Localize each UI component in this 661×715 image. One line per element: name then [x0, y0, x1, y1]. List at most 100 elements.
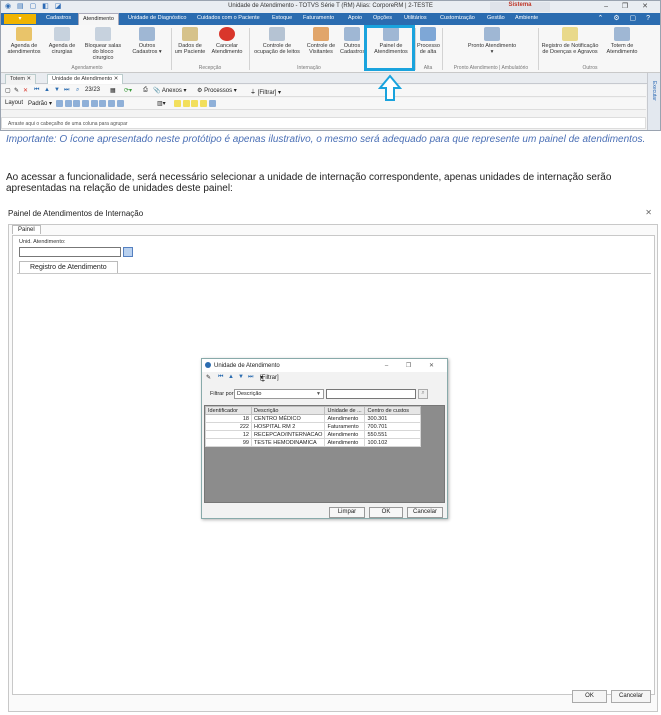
- lookup-button[interactable]: [123, 247, 133, 257]
- ribbon-options-icons[interactable]: ⌃ ⚙ ▢ ?: [598, 14, 654, 22]
- ribbon-separator: [171, 28, 172, 70]
- previous-record-icon[interactable]: ▲: [44, 87, 50, 93]
- tab-registro-atendimento[interactable]: Registro de Atendimento: [19, 261, 118, 273]
- unid-atendimento-label: Unid. Atendimento:: [19, 239, 66, 245]
- outros-cadastros-internacao-button[interactable]: Outros Cadastros: [340, 27, 365, 55]
- group-internacao: Internação: [297, 65, 321, 71]
- previous-record-icon[interactable]: ▲: [228, 374, 234, 380]
- close-icon[interactable]: ✕: [27, 76, 32, 82]
- last-record-icon[interactable]: ⏭: [64, 87, 69, 94]
- dialog-window-controls[interactable]: – ❐ ✕: [385, 362, 442, 369]
- filtrar-button[interactable]: ⏚ [Filtrar] ▾: [250, 87, 281, 96]
- cancelar-atendimento-button[interactable]: Cancelar Atendimento: [209, 27, 245, 55]
- color-tool-icons[interactable]: [174, 100, 216, 107]
- layout-label[interactable]: Layout: [5, 100, 23, 106]
- processos-button[interactable]: ⚙ Processos ▾: [197, 87, 237, 94]
- cancel-icon: [219, 27, 235, 41]
- outros-cadastros-dropdown[interactable]: Outros Cadastros ▾: [127, 27, 167, 55]
- menu-faturamento[interactable]: Faturamento: [303, 15, 334, 21]
- filtrar-button[interactable]: ⏚ [Filtrar] ▾: [260, 374, 279, 384]
- group-recepcao: Recepção: [198, 65, 222, 71]
- controle-visitantes-button[interactable]: Controle de Visitantes: [303, 27, 339, 55]
- bloquear-salas-button[interactable]: Bloquear salas do bloco cirurgico: [83, 27, 123, 61]
- menu-atendimento[interactable]: Atendimento: [78, 13, 119, 25]
- window-title: Unidade de Atendimento - TOTVS Série T (…: [228, 3, 433, 9]
- agenda-atendimentos-button[interactable]: Agenda de atendimentos: [7, 27, 41, 55]
- menu-cuidados-paciente[interactable]: Cuidados com o Paciente: [197, 15, 260, 21]
- menu-opcoes[interactable]: Opções: [373, 15, 392, 21]
- group-by-area[interactable]: Arraste aqui o cabeçalho de uma coluna p…: [1, 117, 646, 129]
- tab-totem[interactable]: Totem ✕: [5, 74, 37, 84]
- chevron-down-icon: ▼: [316, 391, 321, 397]
- new-record-icon[interactable]: ▢: [5, 87, 11, 94]
- gear-icon: ⚙: [197, 88, 203, 94]
- first-record-icon[interactable]: ⏮: [34, 87, 39, 94]
- menu-apoio[interactable]: Apoio: [348, 15, 362, 21]
- grid-view-icon[interactable]: ▦: [110, 87, 116, 94]
- file-menu-button[interactable]: ▾: [4, 14, 36, 24]
- layout-selector[interactable]: Padrão ▾: [28, 100, 52, 107]
- emergency-icon: [484, 27, 500, 41]
- dialog-ok-button[interactable]: OK: [369, 507, 403, 518]
- totem-atendimento-button[interactable]: Totem de Atendimento: [602, 27, 642, 55]
- filter-by-select[interactable]: Descrição ▼: [234, 389, 324, 399]
- tab-unidade-atendimento[interactable]: Unidade de Atendimento ✕: [47, 74, 124, 84]
- discharge-icon: [420, 27, 436, 41]
- edit-icon[interactable]: ✎: [206, 374, 211, 381]
- window-controls[interactable]: – ❐ ✕: [604, 2, 654, 10]
- unid-atendimento-input[interactable]: [19, 247, 121, 257]
- next-record-icon[interactable]: ▼: [238, 374, 244, 380]
- search-icon[interactable]: ⌕: [418, 389, 428, 399]
- dados-paciente-button[interactable]: Dados de um Paciente: [174, 27, 206, 55]
- col-identificador[interactable]: Identificador: [205, 406, 252, 415]
- attachment-icon: 📎: [153, 88, 161, 94]
- print-icon[interactable]: ⎙: [143, 87, 148, 94]
- col-unidade[interactable]: Unidade de ...: [324, 406, 366, 415]
- dialog-cancel-button[interactable]: Cancelar: [407, 507, 443, 518]
- table-row[interactable]: 222 HOSPITAL RM 2 Faturamento 700.701: [205, 422, 422, 431]
- chart-icon[interactable]: ▥▾: [157, 100, 166, 107]
- agenda-cirurgias-button[interactable]: Agenda de cirurgias: [45, 27, 79, 55]
- delete-record-icon[interactable]: ✕: [23, 87, 28, 94]
- controle-ocupacao-button[interactable]: Controle de ocupação de leitos: [253, 27, 301, 55]
- next-record-icon[interactable]: ▼: [54, 87, 60, 93]
- close-icon[interactable]: ✕: [114, 76, 119, 82]
- anexos-button[interactable]: 📎 Anexos ▾: [153, 87, 187, 94]
- menu-utilitarios[interactable]: Utilitários: [404, 15, 427, 21]
- filter-value-input[interactable]: [326, 389, 416, 399]
- col-descricao[interactable]: Descrição: [250, 406, 326, 415]
- processo-alta-button[interactable]: Processo de alta: [417, 27, 440, 55]
- edit-record-icon[interactable]: ✎: [14, 87, 19, 94]
- group-pronto-atendimento: Pronto Atendimento | Ambulatório: [453, 65, 529, 71]
- group-alta: Alta: [423, 65, 433, 71]
- tab-painel[interactable]: Painel: [12, 225, 41, 234]
- last-record-icon[interactable]: ⏭: [248, 374, 253, 381]
- patient-file-icon: [182, 27, 198, 41]
- table-row[interactable]: 99 TESTE HEMODINAMICA Atendimento 100.10…: [205, 438, 422, 447]
- system-label[interactable]: Sistema: [490, 2, 550, 12]
- document-tabs: Totem ✕ Unidade de Atendimento ✕: [1, 73, 660, 84]
- registro-notificacao-button[interactable]: Registro de Notificação de Doenças e Agr…: [540, 27, 600, 55]
- binoculars-icon[interactable]: ⌕: [76, 87, 79, 94]
- page-counter: 23/23: [85, 87, 101, 93]
- cancel-button[interactable]: Cancelar: [611, 690, 651, 703]
- menu-customizacao[interactable]: Customização: [440, 15, 475, 21]
- menu-estoque[interactable]: Estoque: [272, 15, 292, 21]
- refresh-icon[interactable]: ⟳▾: [124, 87, 132, 94]
- menu-gestao[interactable]: Gestão: [487, 15, 505, 21]
- ribbon-separator: [249, 28, 250, 70]
- table-row[interactable]: 12 RECEPCAO/INTERNACAO Atendimento 550.5…: [205, 430, 422, 439]
- pronto-atendimento-dropdown[interactable]: Pronto Atendimento ▾: [467, 27, 517, 55]
- menu-cadastros[interactable]: Cadastros: [46, 15, 71, 21]
- menu-ambiente[interactable]: Ambiente: [515, 15, 538, 21]
- limpar-button[interactable]: Limpar: [329, 507, 365, 518]
- layout-tool-icons[interactable]: [56, 100, 124, 107]
- up-arrow-icon: [378, 74, 402, 101]
- table-row[interactable]: 18 CENTRO MÉDICO Atendimento 300.301: [205, 414, 422, 423]
- close-icon[interactable]: ✕: [645, 208, 652, 217]
- side-panel[interactable]: Executar: [647, 73, 660, 130]
- col-centro-custos[interactable]: Centro de custos: [364, 406, 422, 415]
- ok-button[interactable]: OK: [572, 690, 607, 703]
- first-record-icon[interactable]: ⏮: [218, 374, 223, 381]
- menu-unidade-diagnostico[interactable]: Unidade de Diagnóstico: [128, 15, 186, 21]
